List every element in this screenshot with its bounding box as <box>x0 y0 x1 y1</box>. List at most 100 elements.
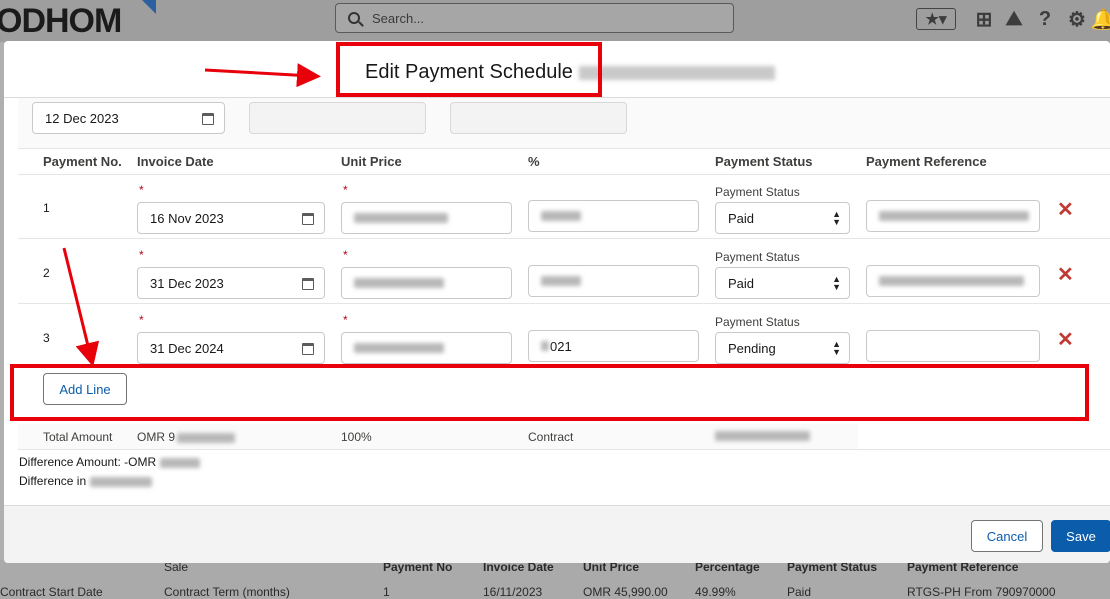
bg-row-date: 16/11/2023 <box>483 585 543 599</box>
required-mark: * <box>139 248 144 262</box>
schedule-date-input[interactable]: 12 Dec 2023 <box>32 102 225 134</box>
schedule-date-value: 12 Dec 2023 <box>45 110 119 126</box>
row-3-status-value: Pending <box>728 340 776 356</box>
modal-title: Edit Payment Schedule <box>365 61 775 84</box>
row-1-percent-input[interactable] <box>528 200 699 232</box>
modal-title-text: Edit Payment Schedule <box>365 61 573 83</box>
row-1-number: 1 <box>43 201 50 215</box>
required-mark: * <box>139 313 144 327</box>
bg-contract-start: Contract Start Date <box>0 585 103 599</box>
redacted-value <box>541 341 549 351</box>
modal-header: Edit Payment Schedule <box>4 41 1110 98</box>
total-percent: 100% <box>341 430 372 444</box>
row-2-reference-input[interactable] <box>866 265 1040 297</box>
divider <box>18 238 1110 239</box>
redacted-value <box>715 431 810 441</box>
favorites-star-icon[interactable]: ★▾ <box>916 8 956 30</box>
help-icon[interactable]: ? <box>1036 8 1054 30</box>
row-1-invoice-date: 16 Nov 2023 <box>150 210 224 226</box>
bg-contract-term: Contract Term (months) <box>164 585 290 599</box>
calendar-icon[interactable] <box>202 113 214 125</box>
search-placeholder: Search... <box>372 10 425 26</box>
difference-amount: Difference Amount: -OMR <box>19 455 201 469</box>
required-mark: * <box>343 248 348 262</box>
app-header: ODHOM Search... ★▾ ⊞ ⛰ ? ⚙ 🔔 <box>0 0 1110 42</box>
col-unit-price: Unit Price <box>341 154 402 169</box>
redacted-value <box>90 476 153 487</box>
cancel-button[interactable]: Cancel <box>971 520 1043 552</box>
redacted-value <box>541 276 581 286</box>
row-2-delete-icon[interactable]: ✕ <box>1057 262 1074 287</box>
divider <box>18 148 1110 149</box>
required-mark: * <box>139 183 144 197</box>
bg-row-percent: 49.99% <box>695 585 736 599</box>
row-1-delete-icon[interactable]: ✕ <box>1057 197 1074 222</box>
bg-row-no: 1 <box>383 585 390 599</box>
contract-value <box>715 430 810 444</box>
redacted-value <box>879 276 1024 286</box>
row-3-unit-price-input[interactable] <box>341 332 512 364</box>
col-percent: % <box>528 154 540 169</box>
redacted-value <box>160 457 201 468</box>
disabled-field-2 <box>450 102 627 134</box>
modal-footer: Cancel Save <box>4 505 1110 563</box>
redacted-value <box>354 278 444 288</box>
calendar-icon[interactable] <box>302 278 314 290</box>
row-1-unit-price-input[interactable] <box>341 202 512 234</box>
total-amount-prefix: OMR 9 <box>137 430 176 444</box>
row-3-invoice-date-input[interactable]: 31 Dec 2024 <box>137 332 325 364</box>
redacted-value <box>354 213 448 223</box>
total-amount-value: OMR 9 <box>137 430 236 444</box>
calendar-icon[interactable] <box>302 343 314 355</box>
row-2-invoice-date-input[interactable]: 31 Dec 2023 <box>137 267 325 299</box>
total-amount-label: Total Amount <box>43 430 113 444</box>
row-3-percent-value: 021 <box>550 338 572 354</box>
search-icon <box>348 12 360 24</box>
row-3-status-select[interactable]: Pending ▲ ▼ <box>715 332 850 364</box>
add-line-button[interactable]: Add Line <box>43 373 127 405</box>
divider <box>18 303 1110 304</box>
select-arrows-icon: ▲ ▼ <box>832 339 841 357</box>
row-2-number: 2 <box>43 266 50 280</box>
modal-body: 12 Dec 2023 Payment No. Invoice Date Uni… <box>4 98 1110 505</box>
row-1-status-select[interactable]: Paid ▲ ▼ <box>715 202 850 234</box>
row-3-invoice-date: 31 Dec 2024 <box>150 340 224 356</box>
difference-in: Difference in <box>19 474 153 488</box>
difference-amount-label: Difference Amount: -OMR <box>19 455 157 469</box>
row-2-invoice-date: 31 Dec 2023 <box>150 275 224 291</box>
gear-icon[interactable]: ⚙ <box>1066 8 1088 31</box>
row-3-reference-input[interactable] <box>866 330 1040 362</box>
bell-icon[interactable]: 🔔 <box>1091 8 1110 31</box>
redacted-value <box>177 432 236 443</box>
row-3-percent-input[interactable]: 021 <box>528 330 699 362</box>
save-button[interactable]: Save <box>1051 520 1110 552</box>
redacted-value <box>541 211 581 221</box>
required-mark: * <box>343 313 348 327</box>
col-payment-no: Payment No. <box>43 154 122 169</box>
row-2-unit-price-input[interactable] <box>341 267 512 299</box>
difference-in-label: Difference in <box>19 474 87 488</box>
select-arrows-icon: ▲ ▼ <box>832 209 841 227</box>
logo-mark <box>142 0 156 14</box>
row-1-reference-input[interactable] <box>866 200 1040 232</box>
calendar-icon[interactable] <box>302 213 314 225</box>
bg-row-reference: RTGS-PH From 790970000 <box>907 585 1056 599</box>
required-mark: * <box>343 183 348 197</box>
background-related-list: Sale Contract Start Date Contract Term (… <box>0 560 1110 599</box>
plus-icon[interactable]: ⊞ <box>974 8 994 31</box>
redacted-title-suffix <box>578 65 775 80</box>
row-1-status-label: Payment Status <box>715 185 800 199</box>
bg-row-price: OMR 45,990.00 <box>583 585 668 599</box>
row-1-invoice-date-input[interactable]: 16 Nov 2023 <box>137 202 325 234</box>
trailhead-icon[interactable]: ⛰ <box>1003 8 1025 30</box>
row-2-percent-input[interactable] <box>528 265 699 297</box>
divider <box>18 174 1110 175</box>
row-2-status-select[interactable]: Paid ▲ ▼ <box>715 267 850 299</box>
col-payment-reference: Payment Reference <box>866 154 987 169</box>
divider <box>18 449 1110 450</box>
global-search-input[interactable]: Search... <box>335 3 734 33</box>
row-3-delete-icon[interactable]: ✕ <box>1057 327 1074 352</box>
col-payment-status: Payment Status <box>715 154 813 169</box>
row-2-status-label: Payment Status <box>715 250 800 264</box>
redacted-value <box>354 343 444 353</box>
